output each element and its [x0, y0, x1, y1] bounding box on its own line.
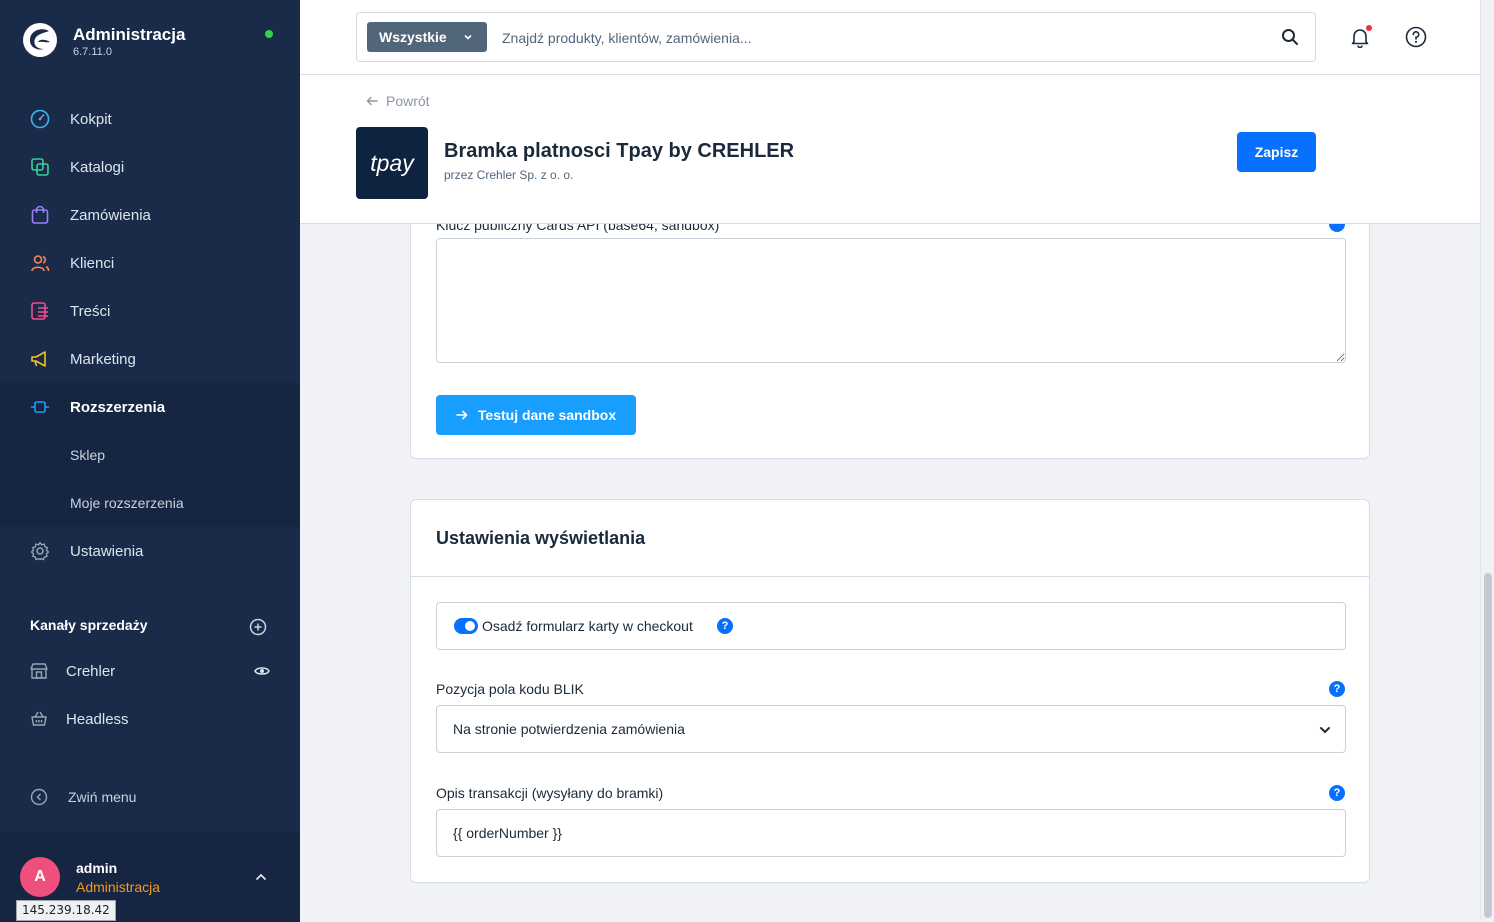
avatar: A [20, 857, 60, 897]
transaction-description-input[interactable] [436, 809, 1346, 857]
sidebar: Administracja 6.7.11.0 Kokpit Katalogi Z… [0, 0, 300, 922]
app-title: Administracja [73, 25, 186, 44]
nav-item-klienci[interactable]: Klienci [0, 239, 300, 287]
chevron-left-circle-icon [30, 788, 48, 806]
main-nav: Kokpit Katalogi Zamówienia Klienci Treśc… [0, 95, 300, 575]
embed-card-form-label: Osadź formularz karty w checkout [482, 618, 693, 634]
sales-channel-label: Crehler [66, 662, 116, 680]
nav-item-label: Rozszerzenia [70, 398, 166, 416]
orders-icon [30, 205, 50, 225]
blik-position-select[interactable]: Na stronie potwierdzenia zamówienia [436, 705, 1346, 753]
test-sandbox-button[interactable]: Testuj dane sandbox [436, 395, 636, 435]
embed-card-form-toggle[interactable] [454, 618, 478, 634]
marketing-icon [30, 349, 50, 369]
search-icon[interactable] [1281, 28, 1299, 46]
notification-badge [1366, 25, 1372, 31]
user-role: Administracja [76, 879, 161, 895]
tpay-logo: tpay [356, 127, 428, 199]
storefront-icon [30, 662, 48, 680]
content-icon [30, 301, 50, 321]
top-bar: Wszystkie [300, 0, 1480, 75]
search-type-label: Wszystkie [379, 29, 447, 45]
nav-item-marketing[interactable]: Marketing [0, 335, 300, 383]
card-title: Ustawienia wyświetlania [436, 528, 646, 548]
online-status-dot [265, 30, 273, 38]
global-search: Wszystkie [356, 12, 1316, 62]
back-link[interactable]: Powrót [366, 93, 430, 109]
display-settings-card: Ustawienia wyświetlania Osadź formularz … [410, 499, 1370, 883]
shopware-logo-icon [23, 23, 57, 57]
nav-item-rozszerzenia[interactable]: Rozszerzenia [0, 383, 300, 431]
collapse-menu-label: Zwiń menu [68, 789, 137, 805]
search-input[interactable] [502, 25, 1262, 51]
nav-item-label: Marketing [70, 350, 136, 368]
add-sales-channel-icon[interactable] [249, 618, 267, 636]
gear-icon [30, 541, 50, 561]
nav-item-label: Katalogi [70, 158, 125, 176]
chevron-down-icon [1320, 727, 1330, 734]
eye-icon[interactable] [254, 663, 270, 679]
dashboard-icon [30, 109, 50, 129]
divider [411, 576, 1369, 577]
blik-position-value: Na stronie potwierdzenia zamówienia [453, 721, 685, 737]
transaction-description-label: Opis transakcji (wysyłany do bramki) [436, 785, 664, 801]
basket-icon [30, 710, 48, 728]
search-type-dropdown[interactable]: Wszystkie [367, 22, 487, 52]
nav-item-label: Zamówienia [70, 206, 151, 224]
plugin-author: przez Crehler Sp. z o. o. [444, 168, 574, 182]
nav-item-kokpit[interactable]: Kokpit [0, 95, 300, 143]
scrollbar-thumb[interactable] [1484, 573, 1492, 918]
nav-sub-item-moje-rozszerzenia[interactable]: Moje rozszerzenia [0, 479, 300, 527]
collapse-menu-button[interactable]: Zwiń menu [30, 788, 136, 806]
help-question-icon[interactable]: ? [1329, 785, 1345, 801]
sales-channel-label: Headless [66, 710, 129, 728]
embed-card-form-field: Osadź formularz karty w checkout ? [436, 602, 1346, 650]
save-button[interactable]: Zapisz [1237, 132, 1316, 172]
chevron-up-icon[interactable] [254, 870, 268, 884]
catalog-icon [30, 157, 50, 177]
plugin-header: Powrót tpay Bramka platnosci Tpay by CRE… [300, 75, 1480, 224]
nav-item-label: Kokpit [70, 110, 112, 128]
help-question-icon[interactable]: ? [717, 618, 733, 634]
nav-item-zamowienia[interactable]: Zamówienia [0, 191, 300, 239]
sales-channel-headless[interactable]: Headless [0, 695, 300, 743]
arrow-right-icon [456, 410, 468, 420]
arrow-left-icon [366, 96, 378, 106]
nav-item-label: Klienci [70, 254, 115, 272]
cards-api-public-key-textarea[interactable] [436, 238, 1346, 363]
test-sandbox-label: Testuj dane sandbox [477, 407, 617, 423]
nav-item-label: Treści [70, 302, 111, 320]
nav-item-katalogi[interactable]: Katalogi [0, 143, 300, 191]
blik-position-label: Pozycja pola kodu BLIK [436, 681, 584, 697]
app-version: 6.7.11.0 [73, 46, 112, 58]
sales-channel-crehler[interactable]: Crehler [0, 647, 300, 695]
help-question-icon[interactable]: ? [1329, 681, 1345, 697]
sales-channels-title: Kanały sprzedaży [30, 617, 148, 633]
nav-item-tresci[interactable]: Treści [0, 287, 300, 335]
back-label: Powrót [386, 93, 430, 109]
plugin-title: Bramka platnosci Tpay by CREHLER [444, 140, 795, 162]
nav-item-label: Ustawienia [70, 542, 144, 560]
chevron-down-icon [464, 34, 472, 40]
nav-sub-item-sklep[interactable]: Sklep [0, 431, 300, 479]
customers-icon [30, 253, 50, 273]
help-icon[interactable] [1405, 26, 1427, 48]
user-name: admin [76, 860, 118, 876]
nav-item-ustawienia[interactable]: Ustawienia [0, 527, 300, 575]
extensions-icon [30, 397, 50, 417]
brand: Administracja 6.7.11.0 [0, 0, 300, 75]
status-bar-tooltip: 145.239.18.42 [16, 900, 116, 921]
